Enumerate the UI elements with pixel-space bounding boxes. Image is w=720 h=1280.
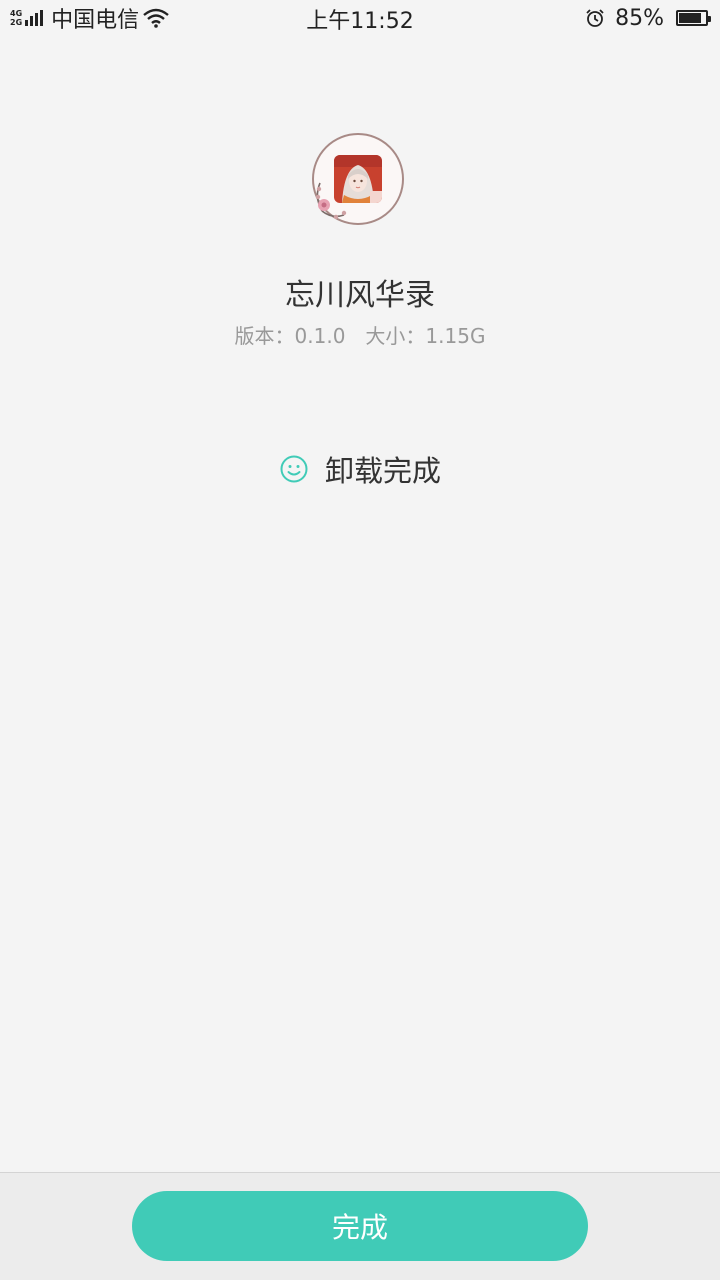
- signal-icon: [25, 10, 45, 26]
- wifi-icon: [143, 8, 169, 28]
- alarm-icon: [586, 9, 604, 27]
- network-type-bottom: 2G: [10, 18, 23, 27]
- app-meta: 版本：0.1.0 大小：1.15G: [0, 320, 720, 349]
- network-type-top: 4G: [10, 9, 23, 18]
- done-button[interactable]: 完成: [132, 1191, 588, 1261]
- bottom-bar: 完成: [0, 1172, 720, 1280]
- app-icon: [312, 133, 404, 225]
- flower-icon: [315, 182, 347, 220]
- battery-tip: [708, 16, 711, 22]
- status-bar-left: 4G 2G 中国电信: [10, 4, 169, 33]
- app-name: 忘川风华录: [285, 278, 435, 313]
- uninstall-result: 卸载完成: [0, 448, 720, 490]
- network-type-indicator: 4G 2G: [10, 9, 22, 27]
- app-version: 版本：0.1.0: [234, 324, 346, 348]
- uninstall-status-text: 卸载完成: [324, 454, 441, 488]
- smile-icon: [280, 455, 308, 483]
- carrier-name: 中国电信: [51, 8, 140, 33]
- app-size: 大小：1.15G: [365, 324, 486, 348]
- battery-level-fill: [679, 13, 701, 23]
- battery-percent: 85%: [615, 5, 664, 31]
- status-bar: 4G 2G 中国电信 上午11:52 85%: [0, 0, 720, 36]
- battery-icon: [676, 10, 711, 26]
- status-bar-right: 85%: [585, 4, 711, 32]
